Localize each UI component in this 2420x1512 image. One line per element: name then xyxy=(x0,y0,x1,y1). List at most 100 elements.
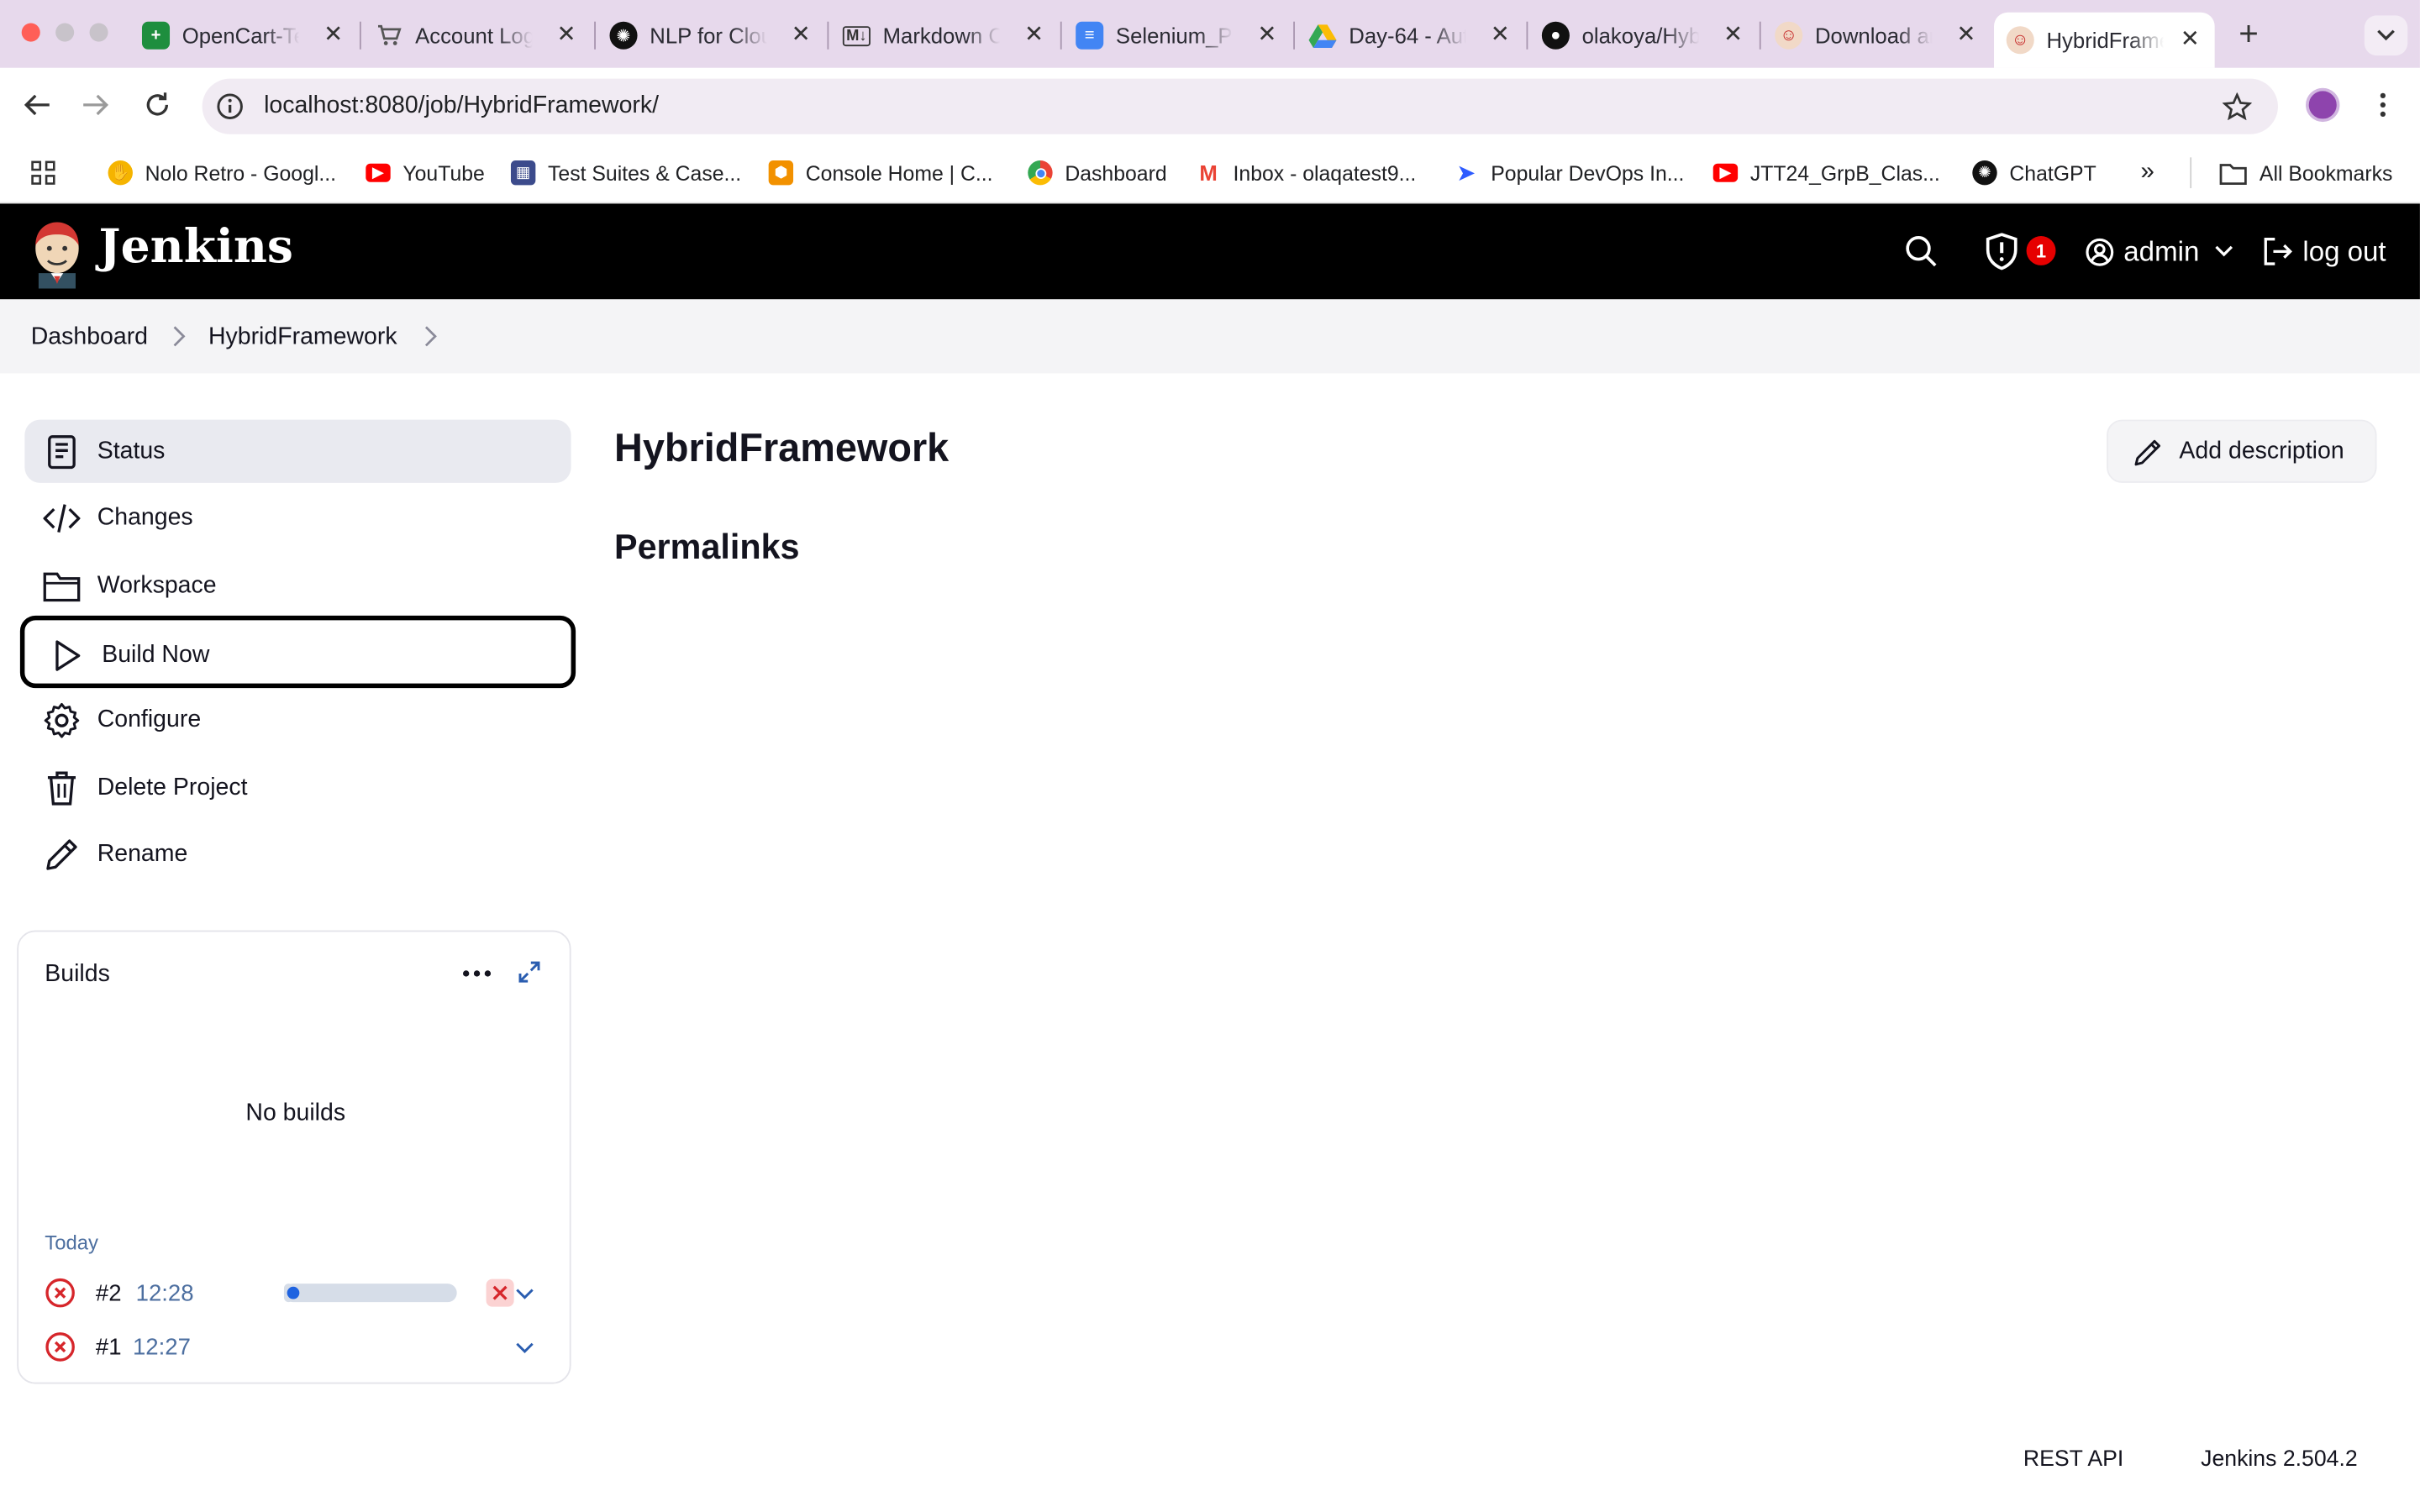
task-delete-project[interactable]: Delete Project xyxy=(24,756,571,819)
breadcrumb-dashboard[interactable]: Dashboard xyxy=(31,324,148,352)
address-text[interactable]: localhost:8080/job/HybridFramework/ xyxy=(264,92,659,120)
close-icon[interactable]: ✕ xyxy=(1721,23,1745,48)
page-title: HybridFramework xyxy=(614,427,950,471)
close-window-button[interactable] xyxy=(21,23,40,42)
site-info-icon[interactable] xyxy=(216,92,244,120)
minimize-window-button[interactable] xyxy=(55,23,75,42)
close-icon[interactable]: ✕ xyxy=(1022,23,1046,48)
bookmark-jtt24[interactable]: ▶ JTT24_GrpB_Clas... xyxy=(1712,157,1940,188)
forward-button[interactable] xyxy=(77,87,114,123)
security-button[interactable] xyxy=(1985,203,2018,299)
browser-menu-button[interactable] xyxy=(2365,87,2402,123)
jenkins-icon: ☺ xyxy=(1775,21,1803,50)
tab-divider xyxy=(827,21,829,50)
search-icon xyxy=(1906,236,1937,267)
arrow-left-icon xyxy=(24,94,50,116)
search-button[interactable] xyxy=(1904,203,1938,299)
no-builds-message: No builds xyxy=(245,1100,346,1126)
maximize-window-button[interactable] xyxy=(89,23,108,42)
tab-selenium[interactable]: ≡ Selenium_Proj ✕ xyxy=(1063,13,1292,59)
task-changes[interactable]: Changes xyxy=(24,486,571,549)
tab-divider xyxy=(1060,21,1062,50)
chevron-down-icon[interactable] xyxy=(514,1282,536,1304)
add-description-label: Add description xyxy=(2179,438,2344,465)
reload-icon xyxy=(146,92,169,116)
tab-strip: + OpenCart-Test ✕ Account Login ✕ ✺ NLP … xyxy=(0,0,2420,68)
expand-icon[interactable] xyxy=(517,959,541,984)
close-icon[interactable]: ✕ xyxy=(1954,23,1978,48)
close-icon[interactable]: ✕ xyxy=(2178,27,2202,52)
code-icon xyxy=(43,504,81,533)
close-icon[interactable]: ✕ xyxy=(554,23,578,48)
build-time: 12:28 xyxy=(135,1280,194,1307)
build-row[interactable]: #2 12:28 xyxy=(45,1273,554,1313)
user-menu[interactable]: admin xyxy=(2085,203,2233,299)
close-icon[interactable]: ✕ xyxy=(321,23,345,48)
close-icon[interactable]: ✕ xyxy=(789,23,813,48)
tab-account-login[interactable]: Account Login ✕ xyxy=(363,13,592,59)
tab-nlp[interactable]: ✺ NLP for Cloud ✕ xyxy=(597,13,826,59)
bookmark-devops[interactable]: ➤ Popular DevOps In... xyxy=(1454,157,1684,188)
bookmark-test-suites[interactable]: ▦ Test Suites & Case... xyxy=(510,157,741,188)
gear-icon xyxy=(44,702,80,738)
task-rename[interactable]: Rename xyxy=(24,822,571,885)
abort-build-button[interactable] xyxy=(486,1278,514,1307)
progress-indicator-dot xyxy=(287,1286,300,1299)
profile-button[interactable] xyxy=(2304,87,2341,123)
avatar xyxy=(2306,87,2340,123)
all-bookmarks-button[interactable]: All Bookmarks xyxy=(2219,157,2392,188)
tab-github[interactable]: ● olakoya/Hybrid ✕ xyxy=(1529,13,1758,59)
build-row[interactable]: #1 12:27 xyxy=(45,1327,554,1368)
task-configure[interactable]: Configure xyxy=(24,688,571,751)
chevron-down-icon[interactable] xyxy=(514,1336,536,1358)
tab-hybridframework[interactable]: ☺ HybridFramework ✕ xyxy=(1994,12,2215,68)
logout-label: log out xyxy=(2302,235,2386,266)
close-icon[interactable]: ✕ xyxy=(1488,23,1512,48)
close-icon[interactable]: ✕ xyxy=(1255,23,1279,48)
sheets-icon: + xyxy=(141,21,171,50)
logout-link[interactable]: log out xyxy=(2263,203,2386,299)
new-tab-button[interactable]: + xyxy=(2230,14,2267,53)
task-workspace[interactable]: Workspace xyxy=(24,554,571,617)
bookmark-inbox[interactable]: M Inbox - olaqatest9... xyxy=(1196,157,1416,188)
task-status[interactable]: Status xyxy=(24,419,571,483)
build-number[interactable]: #2 xyxy=(96,1280,122,1306)
docs-icon: ≡ xyxy=(1076,21,1104,50)
testrail-icon: ▦ xyxy=(510,160,536,186)
folder-icon xyxy=(43,572,81,602)
chevron-right-icon[interactable] xyxy=(171,326,187,348)
folder-icon xyxy=(2219,163,2247,185)
jenkins-version-link[interactable]: Jenkins 2.504.2 xyxy=(2201,1447,2358,1472)
task-build-now[interactable]: Build Now xyxy=(19,615,576,689)
more-bookmarks-button[interactable]: » xyxy=(2141,157,2154,188)
tab-download[interactable]: ☺ Download and ✕ xyxy=(1763,13,1991,59)
reload-button[interactable] xyxy=(139,87,176,123)
openai-icon: ✺ xyxy=(1972,160,1997,186)
failed-status-icon xyxy=(45,1332,75,1362)
task-label: Configure xyxy=(97,706,202,733)
build-number[interactable]: #1 xyxy=(96,1335,122,1361)
tab-search-button[interactable] xyxy=(2364,15,2408,56)
rest-api-link[interactable]: REST API xyxy=(2023,1447,2123,1472)
address-bar[interactable]: localhost:8080/job/HybridFramework/ xyxy=(202,78,2278,134)
youtube-icon: ▶ xyxy=(366,163,391,182)
tab-opencart[interactable]: + OpenCart-Test ✕ xyxy=(129,13,358,59)
jenkins-brand[interactable]: Jenkins xyxy=(99,221,293,275)
back-button[interactable] xyxy=(18,87,55,123)
tab-day64[interactable]: Day-64 - Auto ✕ xyxy=(1297,13,1525,59)
hand-icon: ✋ xyxy=(108,160,133,186)
bookmark-chatgpt[interactable]: ✺ ChatGPT xyxy=(1972,157,2096,188)
bookmark-nolo-retro[interactable]: ✋ Nolo Retro - Googl... xyxy=(108,157,336,188)
more-options-icon[interactable] xyxy=(460,963,493,984)
jenkins-logo-icon[interactable] xyxy=(31,218,83,289)
breadcrumb-hybridframework[interactable]: HybridFramework xyxy=(208,324,397,352)
tab-markdown[interactable]: M↓ Markdown Cheat ✕ xyxy=(830,13,1059,59)
chevron-right-icon[interactable] xyxy=(423,326,438,348)
bookmark-youtube[interactable]: ▶ YouTube xyxy=(366,157,485,188)
openai-icon: ✺ xyxy=(609,21,638,50)
bookmark-dashboard[interactable]: Dashboard xyxy=(1028,157,1167,188)
apps-button[interactable] xyxy=(31,157,55,188)
add-description-button[interactable]: Add description xyxy=(2107,419,2377,483)
bookmark-console-home[interactable]: ⬢ Console Home | C... xyxy=(768,157,993,188)
star-icon[interactable] xyxy=(2222,92,2252,121)
